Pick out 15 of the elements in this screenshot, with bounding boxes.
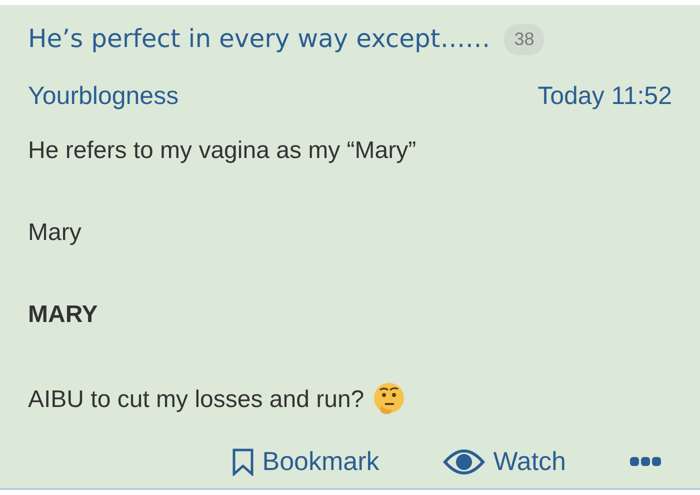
more-icon: [630, 456, 662, 466]
post-text: He refers to my vagina as my “Mary”: [28, 136, 416, 166]
post-text: Mary: [28, 218, 82, 248]
thread-title[interactable]: He’s perfect in every way except……: [28, 19, 490, 59]
reply-count: 38: [504, 24, 544, 54]
post-time: Today 11:52: [538, 81, 672, 111]
author-link[interactable]: Yourblogness: [28, 81, 179, 111]
watch-button[interactable]: Watch: [443, 442, 566, 481]
post-text: MARY: [28, 300, 98, 330]
bookmark-icon: [232, 448, 254, 476]
thinking-emoji-icon: [372, 382, 406, 416]
post-text: AIBU to cut my losses and run?: [28, 385, 364, 415]
eye-icon: [443, 448, 486, 474]
bookmark-button[interactable]: Bookmark: [232, 442, 380, 481]
more-button[interactable]: [630, 456, 662, 466]
